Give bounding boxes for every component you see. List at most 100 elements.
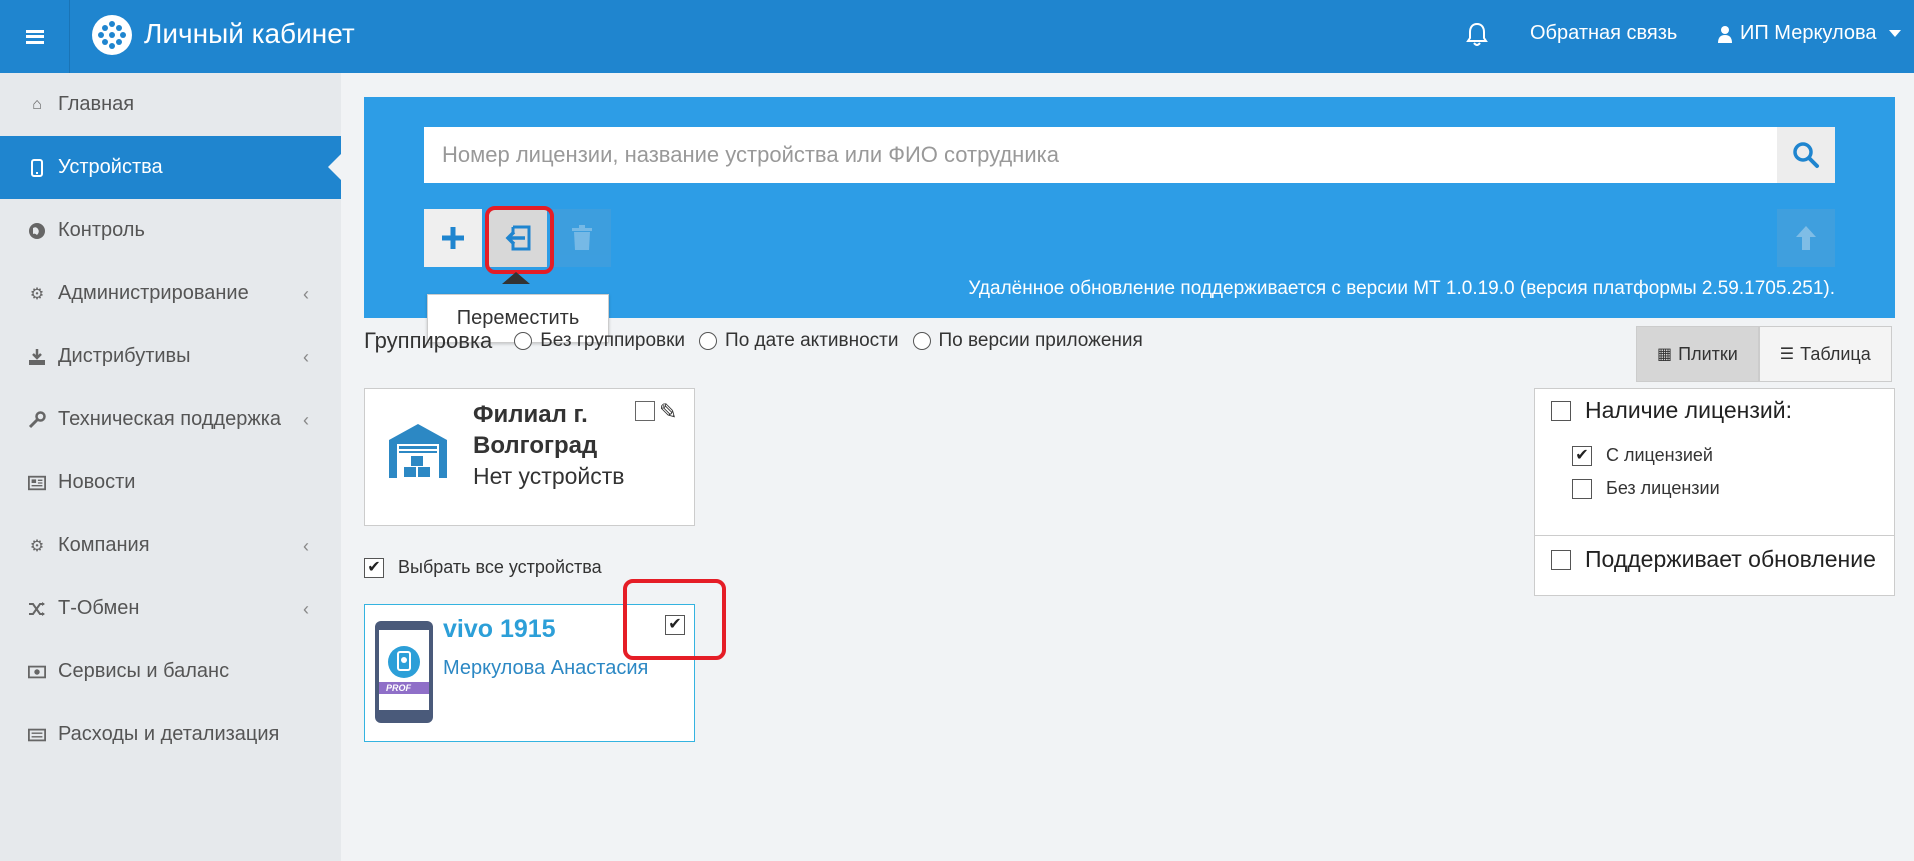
radio-circle xyxy=(699,332,718,350)
table-view-button[interactable]: ☰ Таблица xyxy=(1758,326,1892,382)
radio-circle xyxy=(514,332,533,350)
radio-by-activity-date[interactable]: По дате активности xyxy=(699,330,899,352)
table-view-label: Таблица xyxy=(1800,343,1871,364)
sidebar-item-control[interactable]: Контроль xyxy=(0,199,341,262)
wrench-icon xyxy=(28,410,46,429)
remote-update-button[interactable] xyxy=(1777,209,1835,267)
sidebar-item-news[interactable]: Новости xyxy=(0,451,341,514)
delete-button[interactable] xyxy=(553,209,611,267)
filter-without-license[interactable]: Без лицензии xyxy=(1572,478,1720,499)
user-name: ИП Меркулова xyxy=(1740,22,1877,44)
money-icon xyxy=(28,663,46,681)
pencil-icon[interactable]: ✎ xyxy=(659,399,677,425)
move-button-highlight xyxy=(485,206,554,274)
grouping-options: Группировка Без группировки По дате акти… xyxy=(364,328,1157,354)
sidebar-item-label: Контроль xyxy=(58,219,145,241)
sidebar-item-administration[interactable]: ⚙ Администрирование ‹ xyxy=(0,262,341,325)
update-filter-checkbox[interactable] xyxy=(1551,549,1571,570)
search-button[interactable] xyxy=(1777,127,1835,183)
update-filter-label: Поддерживает обновление xyxy=(1585,546,1876,572)
with-license-checkbox[interactable]: ✔ xyxy=(1572,445,1592,466)
grid-icon: ▦ xyxy=(1657,346,1673,363)
sidebar-item-label: Т-Обмен xyxy=(58,597,140,619)
sidebar-item-label: Техническая поддержка xyxy=(58,408,282,430)
chevron-left-icon: ‹ xyxy=(303,410,309,430)
filter-with-license[interactable]: ✔ С лицензией xyxy=(1572,445,1713,466)
radio-no-grouping[interactable]: Без группировки xyxy=(514,330,685,352)
app-title: Личный кабинет xyxy=(144,18,355,49)
group-card[interactable]: Филиал г. Волгоград Нет устройств ✎ xyxy=(364,388,695,526)
user-menu[interactable]: ИП Меркулова xyxy=(1718,22,1901,45)
select-all-devices[interactable]: ✔ Выбрать все устройства xyxy=(364,557,602,578)
sidebar: ⌂ Главная Устройства Контроль ⚙ Админист… xyxy=(0,73,341,861)
device-toolbar-panel: Удалённое обновление поддерживается с ве… xyxy=(364,97,1895,318)
newspaper-icon xyxy=(28,474,46,492)
update-note: Удалённое обновление поддерживается с ве… xyxy=(968,278,1835,299)
plus-icon xyxy=(442,227,464,249)
sidebar-item-expenses[interactable]: Расходы и детализация xyxy=(0,703,341,766)
download-icon xyxy=(28,348,46,366)
sidebar-item-label: Устройства xyxy=(58,156,163,178)
device-phone-icon xyxy=(375,621,433,723)
list-icon xyxy=(28,726,46,744)
select-all-label: Выбрать все устройства xyxy=(398,557,602,577)
sidebar-item-support[interactable]: Техническая поддержка ‹ xyxy=(0,388,341,451)
tiles-view-button[interactable]: ▦ Плитки xyxy=(1636,326,1759,382)
sidebar-item-label: Сервисы и баланс xyxy=(58,660,230,682)
sidebar-item-company[interactable]: ⚙ Компания ‹ xyxy=(0,514,341,577)
view-toggle: ▦ Плитки ☰ Таблица xyxy=(1636,326,1892,382)
sidebar-item-t-exchange[interactable]: Т-Обмен ‹ xyxy=(0,577,341,640)
group-status: Нет устройств xyxy=(473,463,625,489)
sidebar-item-label: Расходы и детализация xyxy=(58,723,280,745)
filter-panel: Наличие лицензий: ✔ С лицензией Без лице… xyxy=(1534,388,1895,596)
device-user[interactable]: Меркулова Анастасия xyxy=(443,657,648,680)
bell-icon[interactable] xyxy=(1466,22,1488,48)
grouping-label: Группировка xyxy=(364,328,493,353)
chevron-left-icon: ‹ xyxy=(303,284,309,304)
update-filter-title[interactable]: Поддерживает обновление xyxy=(1551,546,1876,573)
list-icon: ☰ xyxy=(1779,346,1795,363)
search-input[interactable] xyxy=(424,127,1777,183)
sidebar-item-home[interactable]: ⌂ Главная xyxy=(0,73,341,136)
logo-icon xyxy=(92,15,132,55)
shuffle-icon xyxy=(28,600,46,618)
sidebar-item-label: Главная xyxy=(58,93,135,115)
chevron-left-icon: ‹ xyxy=(303,599,309,619)
sidebar-item-label: Дистрибутивы xyxy=(58,345,191,367)
radio-circle xyxy=(912,332,931,350)
license-filter-title[interactable]: Наличие лицензий: xyxy=(1551,397,1792,424)
arrow-up-icon xyxy=(1796,226,1816,250)
radio-label: Без группировки xyxy=(540,330,686,351)
sidebar-item-devices[interactable]: Устройства xyxy=(0,136,341,199)
menu-toggle-button[interactable] xyxy=(0,0,70,73)
search-icon xyxy=(1793,142,1819,168)
without-license-checkbox[interactable] xyxy=(1572,478,1592,499)
caret-down-icon xyxy=(1888,30,1901,37)
select-all-checkbox[interactable]: ✔ xyxy=(364,557,384,578)
sidebar-item-label: Новости xyxy=(58,471,136,493)
sidebar-item-services[interactable]: Сервисы и баланс xyxy=(0,640,341,703)
group-checkbox[interactable] xyxy=(635,401,655,421)
home-icon: ⌂ xyxy=(32,95,42,113)
filter-divider xyxy=(1535,535,1894,536)
radio-label: По версии приложения xyxy=(938,330,1143,351)
top-header: Личный кабинет Обратная связь ИП Меркуло… xyxy=(0,0,1914,73)
sidebar-item-distributives[interactable]: Дистрибутивы ‹ xyxy=(0,325,341,388)
device-name[interactable]: vivo 1915 xyxy=(443,615,556,644)
chevron-left-icon: ‹ xyxy=(303,536,309,556)
user-icon xyxy=(1718,25,1732,43)
radio-label: По дате активности xyxy=(725,330,899,351)
without-license-label: Без лицензии xyxy=(1606,478,1720,498)
license-filter-label: Наличие лицензий: xyxy=(1585,397,1792,423)
add-button[interactable] xyxy=(424,209,482,267)
globe-icon xyxy=(28,222,46,240)
sidebar-item-label: Компания xyxy=(58,534,150,556)
feedback-link[interactable]: Обратная связь xyxy=(1530,22,1677,45)
radio-by-app-version[interactable]: По версии приложения xyxy=(912,330,1143,352)
mobile-icon xyxy=(28,158,46,177)
license-filter-checkbox[interactable] xyxy=(1551,400,1571,421)
tooltip-arrow xyxy=(502,272,530,284)
device-checkbox-highlight xyxy=(623,579,726,660)
warehouse-icon xyxy=(389,424,447,478)
hamburger-icon xyxy=(25,29,44,44)
